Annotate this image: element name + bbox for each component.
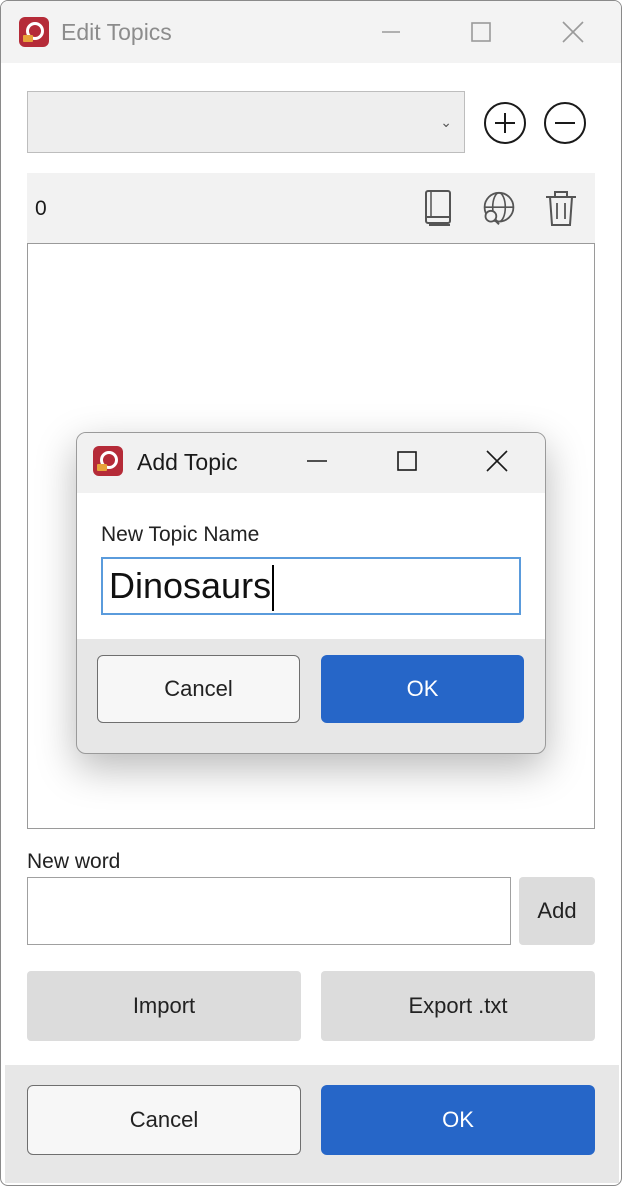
web-search-icon[interactable] [481,189,517,229]
new-word-label: New word [27,850,121,873]
chevron-down-icon: ⌄ [440,114,452,130]
add-topic-icon[interactable] [483,101,527,145]
dialog-maximize-button[interactable] [387,441,427,481]
new-topic-name-value: Dinosaurs [109,565,272,606]
title-bar: Edit Topics [1,1,621,63]
maximize-button[interactable] [461,12,501,52]
remove-topic-icon[interactable] [543,101,587,145]
dialog-ok-button[interactable]: OK [321,655,524,723]
import-button[interactable]: Import [27,971,301,1041]
window-title: Edit Topics [61,19,172,45]
word-list-header: 0 [27,173,595,243]
close-icon [486,450,508,472]
add-topic-dialog: Add Topic New Topic Name Dinosaurs Cance… [76,432,546,754]
dialog-minimize-button[interactable] [297,441,337,481]
word-count: 0 [35,197,47,220]
minimize-icon [382,31,400,33]
ok-button[interactable]: OK [321,1085,595,1155]
close-button[interactable] [553,12,593,52]
add-topic-title: Add Topic [137,449,238,475]
maximize-icon [397,451,417,471]
text-cursor [272,565,275,612]
maximize-icon [471,22,491,42]
export-button[interactable]: Export .txt [321,971,595,1041]
new-word-input[interactable] [27,877,511,945]
minimize-icon [307,460,327,462]
cancel-button[interactable]: Cancel [27,1085,301,1155]
app-logo-icon [19,17,49,47]
minimize-button[interactable] [371,12,411,52]
add-topic-title-bar: Add Topic [77,433,545,493]
dialog-cancel-button[interactable]: Cancel [97,655,300,723]
trash-icon[interactable] [543,189,579,229]
app-logo-icon [93,446,123,476]
topic-select[interactable]: ⌄ [27,91,465,153]
new-topic-name-input[interactable]: Dinosaurs [101,557,521,615]
add-topic-body: New Topic Name Dinosaurs [77,493,545,639]
close-icon [562,21,584,43]
add-word-button[interactable]: Add [519,877,595,945]
dialog-close-button[interactable] [477,441,517,481]
new-topic-name-label: New Topic Name [101,523,260,546]
book-icon[interactable] [421,189,457,229]
